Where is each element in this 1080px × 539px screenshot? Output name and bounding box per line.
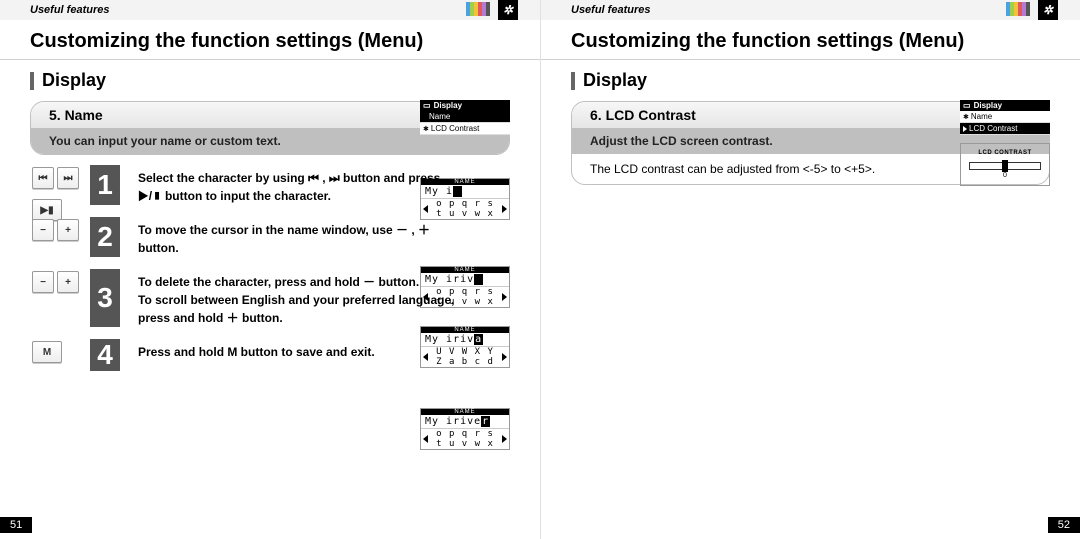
step-number: 4 xyxy=(90,339,120,371)
section-label: Display xyxy=(583,70,647,91)
page-title: Customizing the function settings (Menu) xyxy=(541,20,1080,60)
step-1: ⏮ ⏭ ▶▮ 1 Select the character by using ⏮… xyxy=(90,165,455,205)
header-stripes xyxy=(1006,2,1030,16)
breadcrumb: Useful features ✲ xyxy=(0,0,540,20)
minus-icon: − xyxy=(32,219,54,241)
display-icon: ▭ xyxy=(423,101,431,110)
rewind-icon: ⏮ xyxy=(32,167,54,189)
mini-menu-item-lcd[interactable]: LCD Contrast xyxy=(960,123,1050,135)
mini-menu-item-name[interactable]: Name xyxy=(420,111,510,123)
heading-bar-icon xyxy=(571,72,575,90)
slider-knob-icon xyxy=(1002,160,1008,172)
mini-menu-item-name[interactable]: ✱ Name xyxy=(960,111,1050,123)
mini-display-header: ▭ Display xyxy=(960,100,1050,111)
mini-display-menu: ▭ Display Name ✱ LCD Contrast xyxy=(420,100,510,135)
step-text: To move the cursor in the name window, u… xyxy=(138,217,455,257)
mini-display-header: ▭ Display xyxy=(420,100,510,111)
gear-icon: ✲ xyxy=(498,0,518,20)
name-panel-step4: NAMEMy irivero p q r s t u v w x xyxy=(420,408,510,452)
breadcrumb-text: Useful features xyxy=(571,4,650,16)
step-text: To delete the character, press and hold … xyxy=(138,269,455,327)
breadcrumb-text: Useful features xyxy=(30,4,109,16)
header-stripes xyxy=(466,2,490,16)
page-left: Useful features ✲ Customizing the functi… xyxy=(0,0,540,539)
section-heading: Display xyxy=(0,60,540,91)
lcd-contrast-label: LCD CONTRAST xyxy=(965,150,1045,156)
triangle-icon xyxy=(423,114,427,120)
minus-plus-buttons-icon: − + xyxy=(32,271,79,293)
prev-next-buttons-icon: ⏮ ⏭ xyxy=(32,167,79,189)
lcd-contrast-slider[interactable] xyxy=(969,162,1041,170)
step-number: 1 xyxy=(90,165,120,205)
lcd-contrast-value: 0 xyxy=(965,172,1045,179)
step-number: 3 xyxy=(90,269,120,327)
plus-icon: + xyxy=(57,219,79,241)
mode-button-icon: M xyxy=(32,341,62,363)
heading-bar-icon xyxy=(30,72,34,90)
page-number: 52 xyxy=(1048,517,1080,533)
breadcrumb: Useful features ✲ xyxy=(541,0,1080,20)
lcd-contrast-panel: LCD CONTRAST 0 xyxy=(960,143,1050,186)
step-2: − + 2 To move the cursor in the name win… xyxy=(90,217,455,257)
step-3: − + 3 To delete the character, press and… xyxy=(90,269,455,327)
step-text: Select the character by using ⏮ , ⏭ butt… xyxy=(138,165,455,205)
step-number: 2 xyxy=(90,217,120,257)
minus-plus-buttons-icon: − + xyxy=(32,219,79,241)
page-number: 51 xyxy=(0,517,32,533)
mini-menu-item-lcd[interactable]: ✱ LCD Contrast xyxy=(420,123,510,135)
page-title: Customizing the function settings (Menu) xyxy=(0,20,540,60)
gear-icon: ✲ xyxy=(1038,0,1058,20)
step-text: Press and hold M button to save and exit… xyxy=(138,339,455,361)
forward-icon: ⏭ xyxy=(57,167,79,189)
page-right: Useful features ✲ Customizing the functi… xyxy=(540,0,1080,539)
triangle-icon xyxy=(963,126,967,132)
minus-icon: − xyxy=(32,271,54,293)
asterisk-icon: ✱ xyxy=(963,113,969,121)
asterisk-icon: ✱ xyxy=(423,125,429,133)
display-icon: ▭ xyxy=(963,101,971,110)
play-pause-icon: ▶▮ xyxy=(32,199,62,221)
section-heading: Display xyxy=(541,60,1080,91)
section-label: Display xyxy=(42,70,106,91)
step-4: M 4 Press and hold M button to save and … xyxy=(90,339,455,371)
plus-icon: + xyxy=(57,271,79,293)
mini-display-menu: ▭ Display ✱ Name LCD Contrast LCD CONTRA… xyxy=(960,100,1050,186)
